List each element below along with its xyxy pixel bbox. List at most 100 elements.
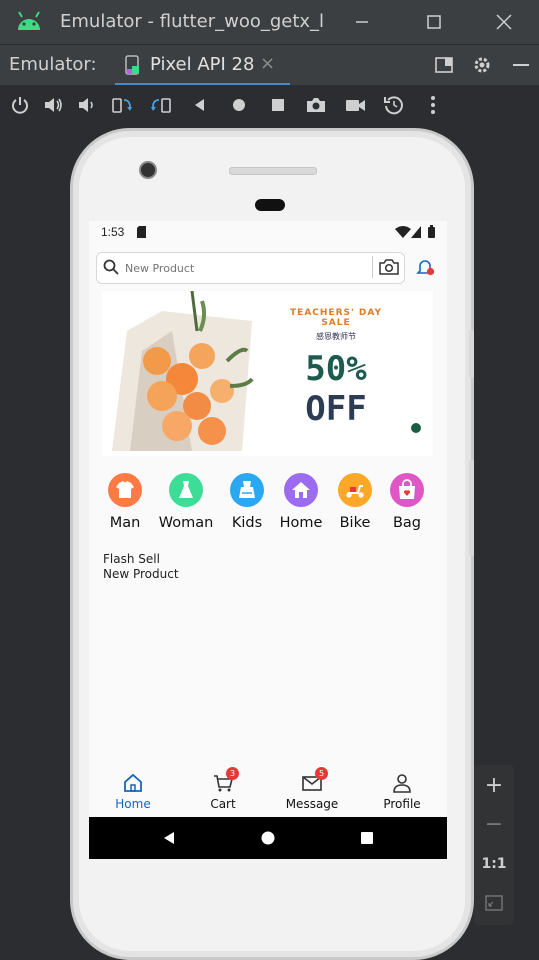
house-icon — [292, 482, 310, 498]
category-kids[interactable]: Kids — [217, 473, 277, 531]
bag-icon — [399, 479, 415, 499]
category-label: Bike — [339, 515, 371, 531]
search-bar[interactable] — [96, 252, 405, 284]
search-input[interactable] — [123, 257, 367, 279]
zoom-panel: + − 1:1 — [474, 765, 514, 925]
side-button-volume[interactable] — [469, 460, 474, 556]
notification-bell-icon[interactable] — [416, 257, 436, 277]
scooter-icon — [346, 485, 364, 498]
front-camera — [139, 161, 157, 179]
proximity-sensor — [255, 199, 285, 211]
system-navigation-bar — [89, 817, 447, 859]
device-screen: 1:53 New Product TEACHERS' DAY SALE 感恩教师… — [89, 221, 447, 859]
home-icon — [124, 773, 142, 792]
category-label: Man — [109, 515, 141, 531]
search-icon — [103, 259, 119, 275]
power-icon[interactable] — [9, 94, 31, 116]
nav-label: Cart — [210, 797, 236, 811]
camera-search-icon[interactable] — [379, 258, 399, 276]
message-badge: 5 — [315, 767, 328, 780]
system-back-icon[interactable] — [161, 830, 177, 846]
banner-percent: 50% — [305, 349, 367, 389]
dress-icon — [179, 481, 193, 498]
zoom-in-button[interactable]: + — [474, 771, 514, 801]
earpiece-speaker — [229, 167, 317, 175]
category-label: Bag — [392, 515, 422, 531]
nav-label: Home — [115, 797, 151, 811]
rotate-left-icon[interactable] — [111, 94, 133, 116]
close-icon — [496, 14, 512, 30]
layout-icon[interactable] — [433, 54, 455, 76]
banner-subtitle: TEACHERS' DAY SALE — [290, 308, 382, 328]
volume-up-icon[interactable] — [42, 94, 64, 116]
tool-window-header: Emulator: Pixel API 28 × — [0, 44, 539, 86]
category-man-circle — [108, 473, 142, 507]
category-bike[interactable]: Bike — [325, 473, 385, 531]
category-kids-circle — [230, 473, 264, 507]
category-bike-circle — [338, 473, 372, 507]
status-bar: 1:53 — [89, 221, 447, 243]
category-home-circle — [284, 473, 318, 507]
home-circle-icon[interactable] — [228, 94, 250, 116]
category-label: Woman — [158, 515, 214, 531]
emulator-toolbar — [0, 85, 539, 125]
side-button-power[interactable] — [469, 330, 474, 378]
close-window-button[interactable] — [490, 8, 518, 36]
tab-label: Pixel API 28 — [150, 54, 255, 75]
category-row: Man Woman Kids Home Bike Bag — [89, 473, 447, 543]
category-woman[interactable]: Woman — [156, 473, 216, 531]
zoom-out-button[interactable]: − — [474, 810, 514, 840]
tab-pixel-api-28[interactable]: Pixel API 28 × — [115, 45, 290, 86]
banner-off: OFF — [305, 389, 367, 429]
nav-item-message[interactable]: 5 Message — [272, 767, 352, 811]
wifi-icon — [395, 226, 411, 238]
category-label: Kids — [231, 515, 263, 531]
new-product-heading: New Product — [103, 567, 179, 581]
minimize-button[interactable] — [348, 8, 376, 36]
search-divider — [372, 256, 373, 278]
promo-banner[interactable]: TEACHERS' DAY SALE 感恩教师节 50% OFF — [102, 291, 433, 456]
nav-item-cart[interactable]: 3 Cart — [183, 767, 263, 811]
fit-screen-icon[interactable] — [484, 893, 504, 913]
category-man[interactable]: Man — [95, 473, 155, 531]
system-recents-icon[interactable] — [359, 830, 375, 846]
category-home[interactable]: Home — [271, 473, 331, 531]
category-label: Home — [279, 515, 323, 531]
system-home-icon[interactable] — [260, 830, 276, 846]
cart-badge: 3 — [226, 767, 239, 780]
volume-down-icon[interactable] — [76, 94, 98, 116]
more-icon[interactable] — [422, 94, 444, 116]
nav-item-profile[interactable]: Profile — [362, 773, 442, 811]
camera-icon[interactable] — [305, 94, 327, 116]
back-icon[interactable] — [189, 94, 211, 116]
user-icon — [393, 774, 411, 793]
category-woman-circle — [169, 473, 203, 507]
window-titlebar: Emulator - flutter_woo_getx_le — [0, 0, 539, 44]
banner-chinese-text: 感恩教师节 — [316, 332, 356, 341]
hide-icon[interactable] — [510, 54, 532, 76]
minimize-icon — [356, 21, 368, 23]
nav-item-home[interactable]: Home — [93, 773, 173, 811]
maximize-icon — [427, 15, 441, 29]
nav-label: Message — [285, 797, 339, 811]
maximize-button[interactable] — [420, 8, 448, 36]
gear-icon[interactable] — [471, 54, 493, 76]
snapshot-icon[interactable] — [383, 94, 405, 116]
sd-card-icon — [137, 226, 146, 238]
emulator-label: Emulator: — [9, 54, 97, 75]
status-time: 1:53 — [101, 225, 125, 239]
rotate-right-icon[interactable] — [150, 94, 172, 116]
shirt-icon — [116, 481, 134, 498]
android-icon — [18, 11, 40, 30]
category-bag-circle — [390, 473, 424, 507]
category-bag[interactable]: Bag — [377, 473, 437, 531]
screenrecord-icon[interactable] — [344, 94, 366, 116]
tab-close-icon[interactable]: × — [260, 53, 275, 74]
battery-icon — [428, 225, 435, 238]
nav-label: Profile — [383, 797, 421, 811]
bottom-navigation: Home 3 Cart 5 Message Profile — [89, 767, 447, 817]
flash-sell-heading: Flash Sell — [103, 552, 160, 566]
zoom-one-to-one-button[interactable]: 1:1 — [474, 849, 514, 879]
overview-icon[interactable] — [267, 94, 289, 116]
kids-dress-icon — [239, 481, 255, 498]
